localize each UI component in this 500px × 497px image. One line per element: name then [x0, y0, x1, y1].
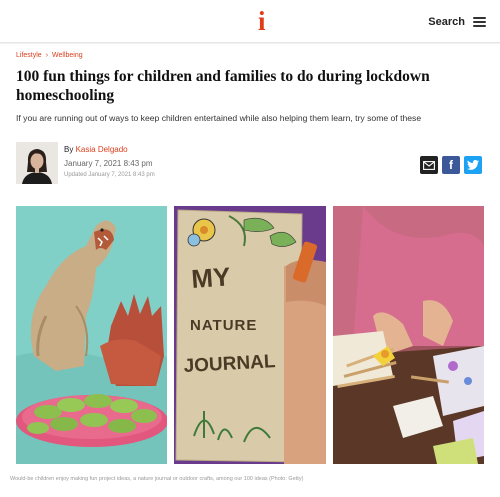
- dinosaur-cookies-image: [16, 206, 167, 464]
- article-title: 100 fun things for children and families…: [16, 68, 430, 104]
- hero-images: MY NATURE JOURNAL: [16, 206, 484, 464]
- author-avatar[interactable]: [16, 142, 58, 184]
- site-logo[interactable]: i: [258, 6, 266, 36]
- nature-journal-image: MY NATURE JOURNAL: [174, 206, 326, 464]
- facebook-share-button[interactable]: f: [442, 156, 460, 174]
- email-share-button[interactable]: [420, 156, 438, 174]
- byline-prefix: By: [64, 145, 74, 154]
- updated-date: Updated January 7, 2021 8:43 pm: [64, 172, 155, 178]
- hamburger-menu-icon[interactable]: [473, 17, 486, 27]
- byline: By Kasia Delgado: [64, 145, 128, 154]
- image-caption: Would-be children enjoy making fun proje…: [10, 476, 304, 482]
- article-standfirst: If you are running out of ways to keep c…: [16, 113, 422, 123]
- article: Lifestyle › Wellbeing 100 fun things for…: [0, 44, 500, 497]
- twitter-share-button[interactable]: [464, 156, 482, 174]
- site-header: i Search: [0, 0, 500, 43]
- search-button[interactable]: Search: [428, 12, 486, 32]
- breadcrumb-wellbeing[interactable]: Wellbeing: [52, 52, 83, 59]
- breadcrumb-separator: ›: [45, 52, 49, 59]
- crafts-image: [333, 206, 484, 464]
- publish-date: January 7, 2021 8:43 pm: [64, 159, 153, 168]
- breadcrumb: Lifestyle › Wellbeing: [16, 52, 83, 59]
- breadcrumb-lifestyle[interactable]: Lifestyle: [16, 52, 42, 59]
- twitter-icon: [467, 160, 479, 170]
- author-link[interactable]: Kasia Delgado: [76, 145, 128, 154]
- facebook-icon: f: [449, 158, 453, 172]
- journal-text-my: MY: [190, 261, 231, 294]
- search-label[interactable]: Search: [428, 16, 465, 28]
- journal-text-nature: NATURE: [190, 317, 257, 334]
- email-icon: [423, 160, 435, 170]
- share-buttons: f: [420, 156, 482, 174]
